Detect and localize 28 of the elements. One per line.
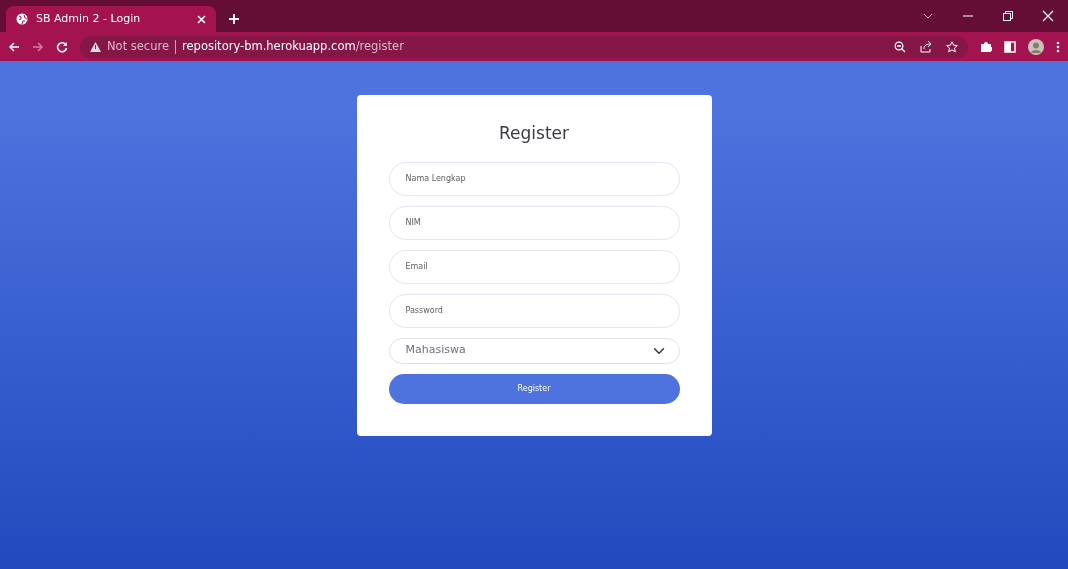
divider-bar: [175, 39, 177, 54]
text-field[interactable]: Email: [388, 249, 680, 284]
warning-icon: [90, 41, 101, 52]
form-title: Register: [498, 122, 570, 145]
url-text: repository-bm.herokuapp.com/register: [182, 37, 404, 55]
zoom-out-icon[interactable]: [894, 40, 906, 53]
browser-tab[interactable]: SB Admin 2 - Login: [6, 6, 216, 32]
star-icon[interactable]: [946, 40, 958, 53]
restore-icon[interactable]: [1002, 10, 1014, 22]
more-menu-icon[interactable]: [1056, 40, 1060, 53]
address-bar[interactable]: Not secure repository-bm.herokuapp.com/register: [80, 35, 968, 58]
security-label: Not secure: [107, 37, 170, 55]
back-arrow-icon[interactable]: [8, 40, 20, 53]
share-icon[interactable]: [920, 40, 932, 53]
text-field[interactable]: Nama Lengkap: [388, 161, 680, 196]
avatar-icon[interactable]: [1028, 38, 1044, 55]
register-button[interactable]: Register: [388, 373, 680, 404]
side-panel-icon[interactable]: [1004, 40, 1016, 53]
forward-arrow-icon[interactable]: [32, 40, 44, 53]
text-field[interactable]: NIM: [388, 205, 680, 240]
role-dropdown[interactable]: Mahasiswa: [388, 337, 680, 364]
text-field[interactable]: Password: [388, 293, 680, 328]
new-tab-icon[interactable]: [228, 13, 240, 25]
tab-title: SB Admin 2 - Login: [36, 10, 142, 27]
close-icon[interactable]: [1042, 10, 1054, 22]
globe-icon: [16, 13, 28, 25]
close-icon[interactable]: [197, 14, 206, 24]
reload-icon[interactable]: [56, 40, 68, 53]
